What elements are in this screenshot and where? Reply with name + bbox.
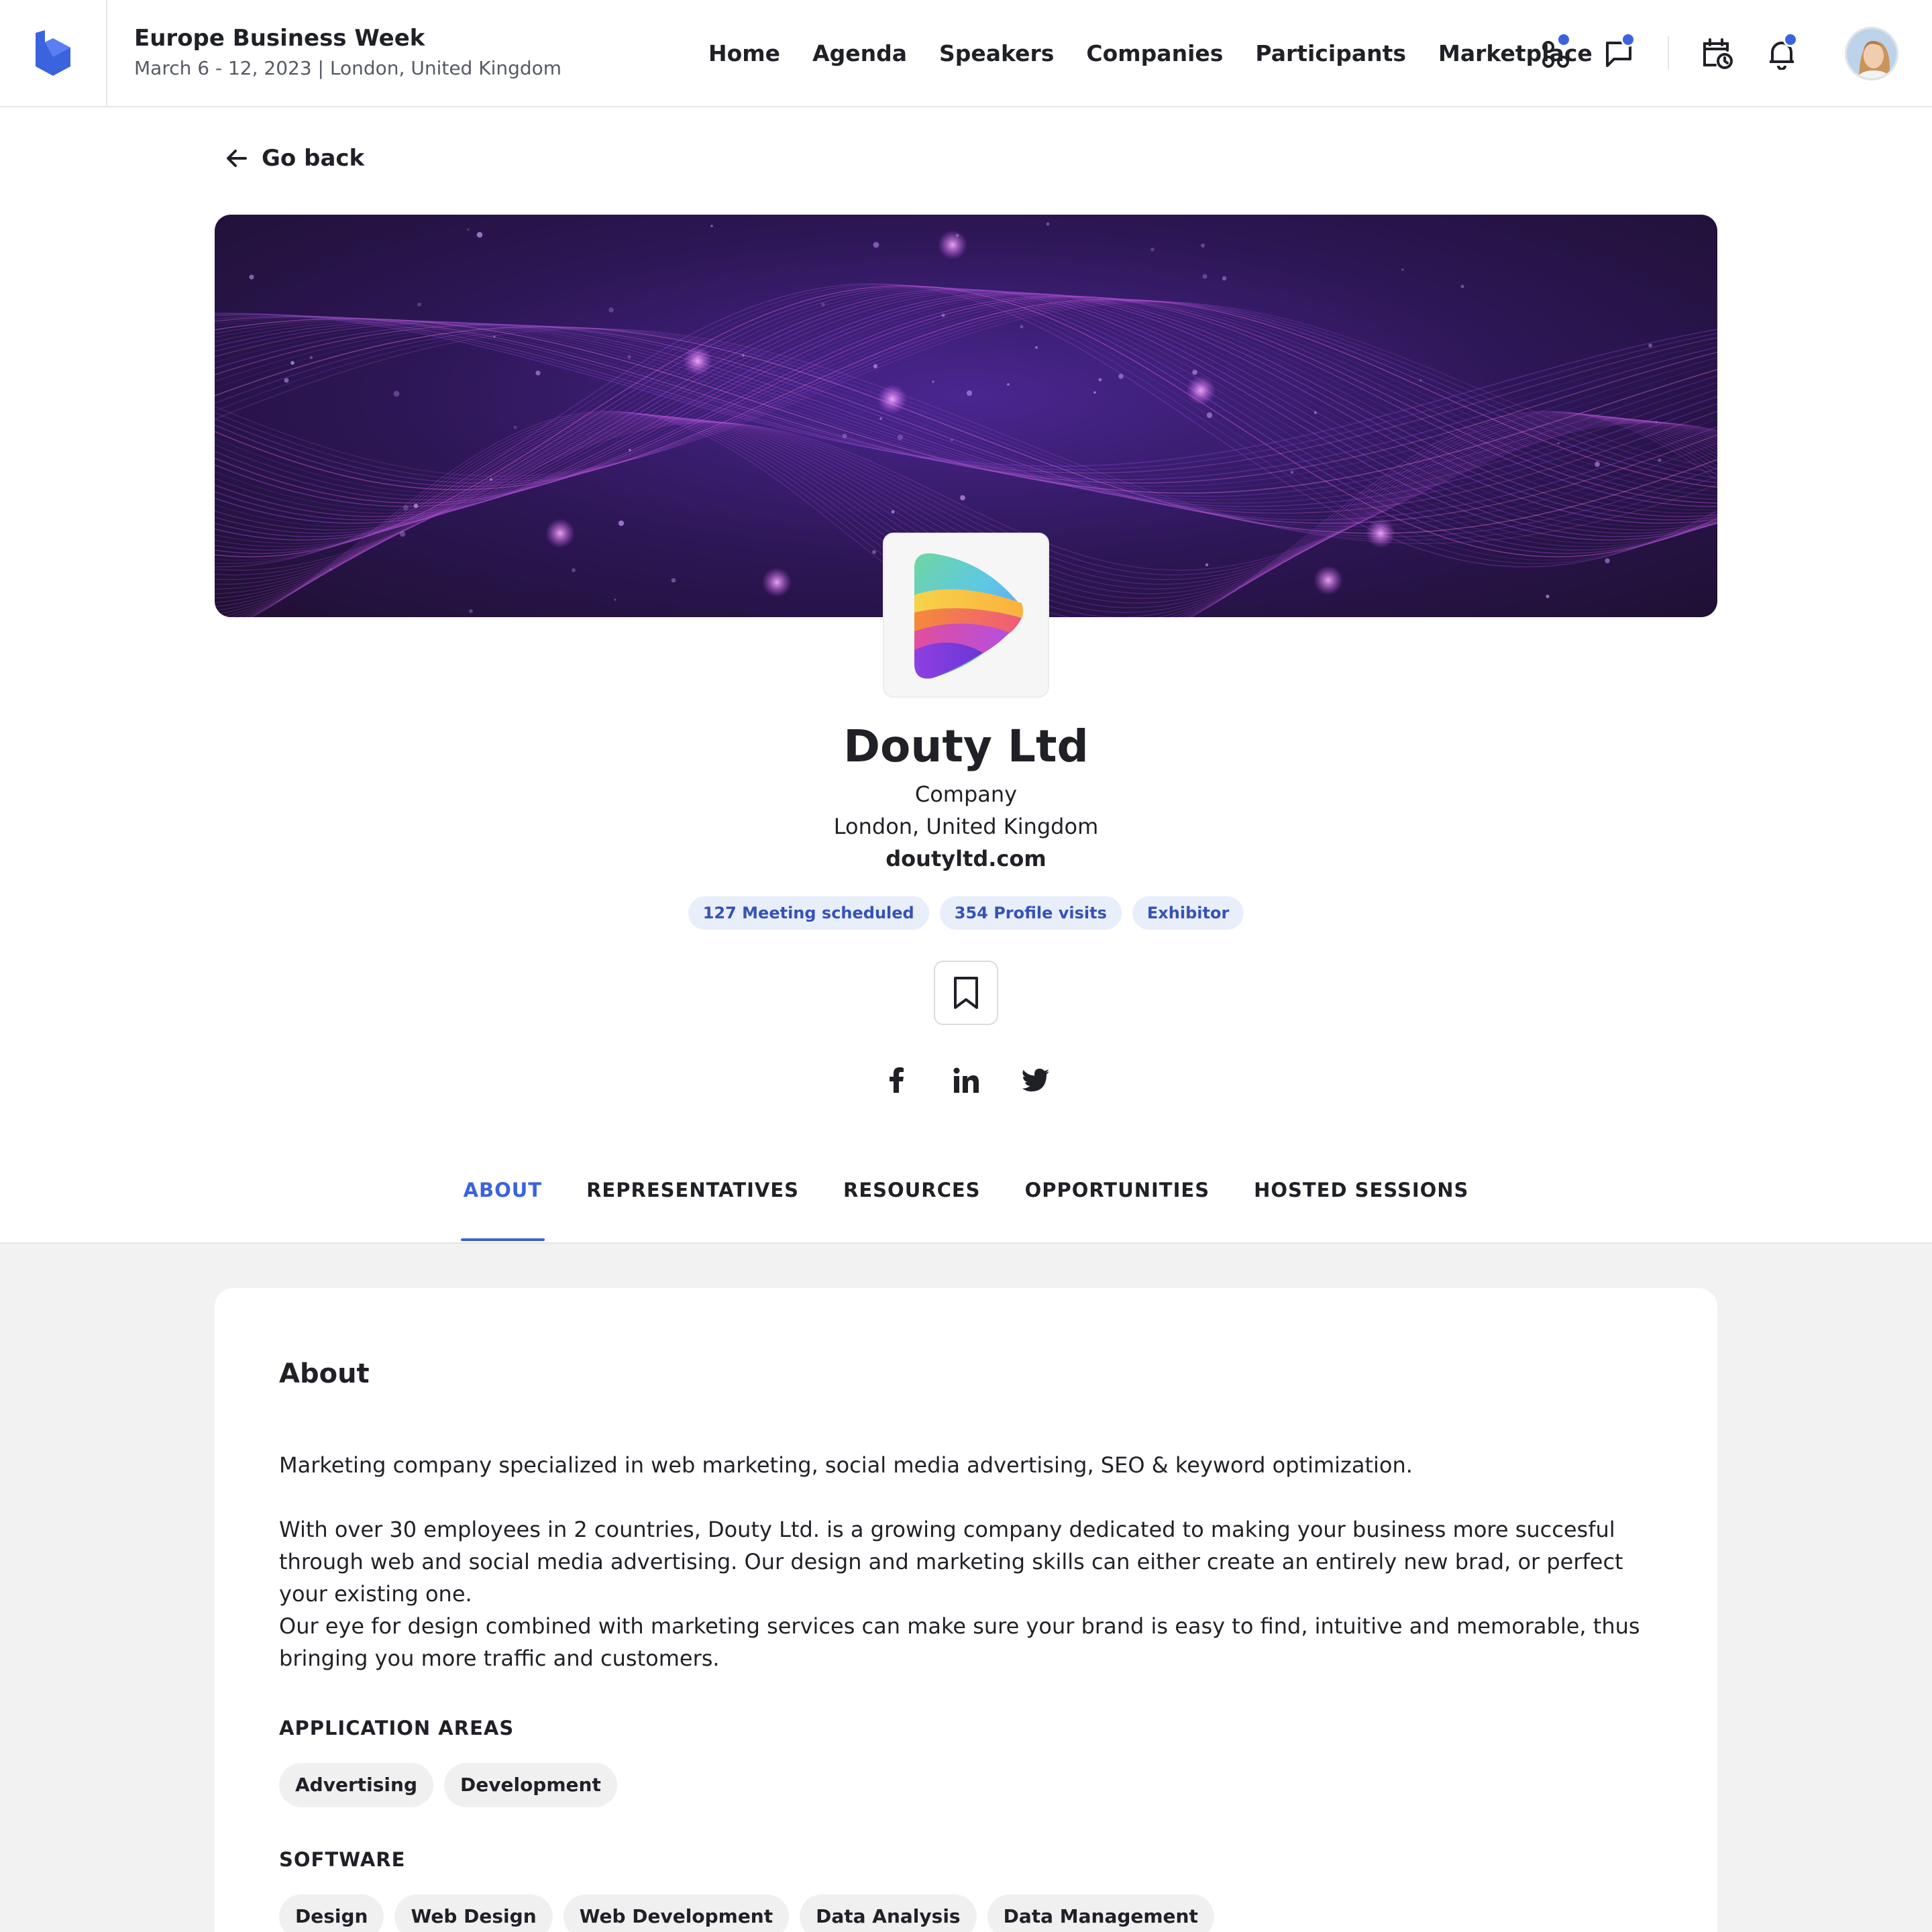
- profile-visits-badge: 354 Profile visits: [939, 896, 1122, 930]
- notifications-button[interactable]: [1762, 32, 1802, 74]
- tag-chip: Development: [444, 1763, 617, 1807]
- company-name: Douty Ltd: [843, 720, 1089, 772]
- linkedin-link[interactable]: [951, 1065, 981, 1095]
- nav-companies[interactable]: Companies: [1086, 38, 1223, 70]
- about-paragraph: Marketing company specialized in web mar…: [279, 1452, 1413, 1478]
- tab-resources[interactable]: RESOURCES: [842, 1169, 982, 1241]
- nav-participants[interactable]: Participants: [1255, 38, 1406, 70]
- user-avatar-icon: [1847, 29, 1896, 78]
- software-label: SOFTWARE: [279, 1848, 406, 1871]
- about-paragraph: With over 30 employees in 2 countries, D…: [279, 1517, 1623, 1607]
- go-back-link[interactable]: Go back: [225, 145, 364, 172]
- arrow-left-icon: [227, 150, 247, 167]
- tag-chip: Advertising: [279, 1763, 433, 1807]
- tag-chip: Design: [279, 1894, 384, 1932]
- tab-hosted-sessions[interactable]: HOSTED SESSIONS: [1252, 1169, 1470, 1241]
- chat-button[interactable]: [1599, 32, 1640, 74]
- calendar-clock-icon: [1703, 38, 1733, 69]
- linkedin-icon: [953, 1067, 979, 1093]
- application-areas-label: APPLICATION AREAS: [279, 1717, 515, 1739]
- tag-chip: Web Design: [394, 1894, 553, 1932]
- go-back-label: Go back: [262, 145, 365, 172]
- exhibitor-badge: Exhibitor: [1132, 896, 1244, 930]
- nav-speakers[interactable]: Speakers: [939, 38, 1054, 70]
- about-paragraph: Our eye for design combined with marketi…: [279, 1613, 1640, 1671]
- hexagon-logo-icon: [36, 30, 70, 76]
- apps-notification-dot: [1556, 32, 1571, 47]
- about-card: About Marketing company specialized in w…: [215, 1288, 1717, 1932]
- apps-button[interactable]: [1536, 32, 1576, 74]
- company-logo: [883, 533, 1049, 698]
- nav-agenda[interactable]: Agenda: [812, 38, 907, 70]
- nav-home[interactable]: Home: [708, 38, 780, 70]
- facebook-link[interactable]: [881, 1065, 911, 1095]
- tag-chip: Web Development: [563, 1894, 790, 1932]
- tab-about[interactable]: ABOUT: [460, 1169, 545, 1241]
- twitter-link[interactable]: [1021, 1065, 1051, 1095]
- company-type: Company: [914, 782, 1018, 807]
- bookmark-button[interactable]: [934, 961, 998, 1025]
- application-areas-tags: Advertising Development: [279, 1763, 617, 1807]
- software-tags: Design Web Design Web Development Data A…: [279, 1894, 1214, 1932]
- notifications-dot: [1783, 32, 1798, 47]
- social-links: [0, 1065, 1932, 1095]
- facebook-icon: [890, 1067, 904, 1093]
- event-subtitle: March 6 - 12, 2023 | London, United King…: [134, 57, 562, 79]
- company-location: London, United Kingdom: [833, 814, 1099, 839]
- main-nav: Home Agenda Speakers Companies Participa…: [708, 38, 1593, 70]
- play-logo-icon: [914, 553, 1023, 679]
- company-badges: 127 Meeting scheduled 354 Profile visits…: [0, 896, 1932, 930]
- event-info: Europe Business Week March 6 - 12, 2023 …: [134, 23, 561, 82]
- user-avatar[interactable]: [1845, 27, 1898, 80]
- tag-chip: Data Management: [987, 1894, 1214, 1932]
- app-logo[interactable]: [0, 0, 107, 106]
- tag-chip: Data Analysis: [800, 1894, 977, 1932]
- tab-opportunities[interactable]: OPPORTUNITIES: [1024, 1169, 1212, 1241]
- event-title: Europe Business Week: [134, 25, 425, 52]
- twitter-icon: [1022, 1069, 1049, 1091]
- top-header: Europe Business Week March 6 - 12, 2023 …: [0, 0, 1932, 107]
- company-website-link[interactable]: doutyltd.com: [0, 843, 1932, 875]
- bookmark-icon: [954, 977, 978, 1009]
- profile-tabs: ABOUT REPRESENTATIVES RESOURCES OPPORTUN…: [0, 1169, 1932, 1241]
- meetings-badge: 127 Meeting scheduled: [688, 896, 929, 930]
- tab-representatives[interactable]: REPRESENTATIVES: [585, 1169, 800, 1241]
- schedule-button[interactable]: [1697, 34, 1737, 74]
- chat-notification-dot: [1621, 32, 1635, 47]
- header-divider: [1668, 36, 1669, 70]
- about-heading: About: [279, 1358, 370, 1389]
